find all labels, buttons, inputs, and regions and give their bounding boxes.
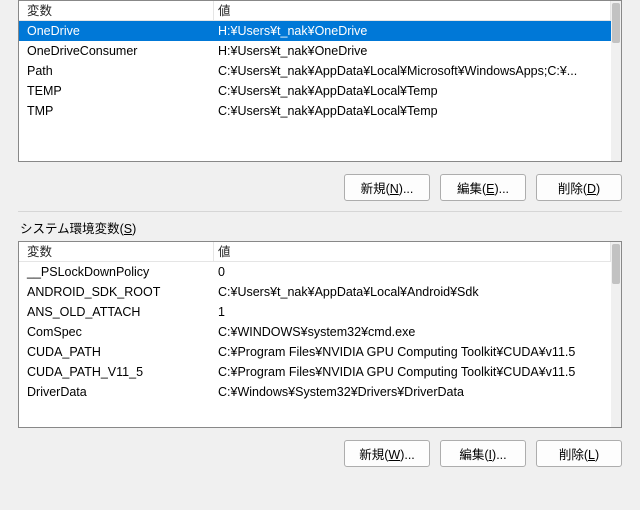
var-value: C:¥Users¥t_nak¥AppData¥Local¥Temp (214, 101, 611, 121)
var-name: OneDriveConsumer (19, 41, 214, 61)
var-name: DriverData (19, 382, 214, 402)
var-value: C:¥Windows¥System32¥Drivers¥DriverData (214, 382, 611, 402)
var-name: CUDA_PATH (19, 342, 214, 362)
table-row[interactable]: ComSpecC:¥WINDOWS¥system32¥cmd.exe (19, 322, 611, 342)
table-row[interactable]: __PSLockDownPolicy0 (19, 262, 611, 282)
system-vars-header: 変数 値 (19, 242, 611, 262)
var-name: TEMP (19, 81, 214, 101)
var-name: CUDA_PATH_V11_5 (19, 362, 214, 382)
col-header-name[interactable]: 変数 (19, 242, 214, 261)
var-name: ANDROID_SDK_ROOT (19, 282, 214, 302)
user-scroll-thumb[interactable] (612, 3, 620, 43)
user-new-button[interactable]: 新規(N)... (344, 174, 430, 201)
col-header-value[interactable]: 値 (214, 242, 611, 261)
user-vars-list[interactable]: 変数 値 OneDriveH:¥Users¥t_nak¥OneDriveOneD… (18, 0, 622, 162)
system-delete-button[interactable]: 削除(L) (536, 440, 622, 467)
var-name: ComSpec (19, 322, 214, 342)
table-row[interactable]: PathC:¥Users¥t_nak¥AppData¥Local¥Microso… (19, 61, 611, 81)
var-value: C:¥Users¥t_nak¥AppData¥Local¥Android¥Sdk (214, 282, 611, 302)
var-name: TMP (19, 101, 214, 121)
var-name: OneDrive (19, 21, 214, 41)
system-scroll-thumb[interactable] (612, 244, 620, 284)
system-edit-button[interactable]: 編集(I)... (440, 440, 526, 467)
table-row[interactable]: TEMPC:¥Users¥t_nak¥AppData¥Local¥Temp (19, 81, 611, 101)
var-value: 1 (214, 302, 611, 322)
system-new-button[interactable]: 新規(W)... (344, 440, 430, 467)
env-vars-dialog: 変数 値 OneDriveH:¥Users¥t_nak¥OneDriveOneD… (4, 0, 636, 473)
var-value: C:¥Users¥t_nak¥AppData¥Local¥Microsoft¥W… (214, 61, 611, 81)
user-scrollbar[interactable] (611, 1, 621, 161)
var-value: H:¥Users¥t_nak¥OneDrive (214, 41, 611, 61)
var-value: 0 (214, 262, 611, 282)
table-row[interactable]: OneDriveConsumerH:¥Users¥t_nak¥OneDrive (19, 41, 611, 61)
table-row[interactable]: DriverDataC:¥Windows¥System32¥Drivers¥Dr… (19, 382, 611, 402)
var-value: C:¥Users¥t_nak¥AppData¥Local¥Temp (214, 81, 611, 101)
system-vars-label: システム環境変数(S) (18, 212, 622, 241)
table-row[interactable]: ANDROID_SDK_ROOTC:¥Users¥t_nak¥AppData¥L… (19, 282, 611, 302)
system-scrollbar[interactable] (611, 242, 621, 427)
table-row[interactable]: CUDA_PATH_V11_5C:¥Program Files¥NVIDIA G… (19, 362, 611, 382)
user-vars-header: 変数 値 (19, 1, 611, 21)
var-name: Path (19, 61, 214, 81)
col-header-value[interactable]: 値 (214, 1, 611, 20)
user-buttons: 新規(N)... 編集(E)... 削除(D) (18, 162, 622, 207)
table-row[interactable]: CUDA_PATHC:¥Program Files¥NVIDIA GPU Com… (19, 342, 611, 362)
system-buttons: 新規(W)... 編集(I)... 削除(L) (18, 428, 622, 473)
var-value: C:¥Program Files¥NVIDIA GPU Computing To… (214, 342, 611, 362)
table-row[interactable]: OneDriveH:¥Users¥t_nak¥OneDrive (19, 21, 611, 41)
table-row[interactable]: TMPC:¥Users¥t_nak¥AppData¥Local¥Temp (19, 101, 611, 121)
var-name: ANS_OLD_ATTACH (19, 302, 214, 322)
user-edit-button[interactable]: 編集(E)... (440, 174, 526, 201)
table-row[interactable]: ANS_OLD_ATTACH1 (19, 302, 611, 322)
var-name: __PSLockDownPolicy (19, 262, 214, 282)
var-value: C:¥WINDOWS¥system32¥cmd.exe (214, 322, 611, 342)
col-header-name[interactable]: 変数 (19, 1, 214, 20)
var-value: H:¥Users¥t_nak¥OneDrive (214, 21, 611, 41)
user-delete-button[interactable]: 削除(D) (536, 174, 622, 201)
var-value: C:¥Program Files¥NVIDIA GPU Computing To… (214, 362, 611, 382)
system-vars-list[interactable]: 変数 値 __PSLockDownPolicy0ANDROID_SDK_ROOT… (18, 241, 622, 428)
